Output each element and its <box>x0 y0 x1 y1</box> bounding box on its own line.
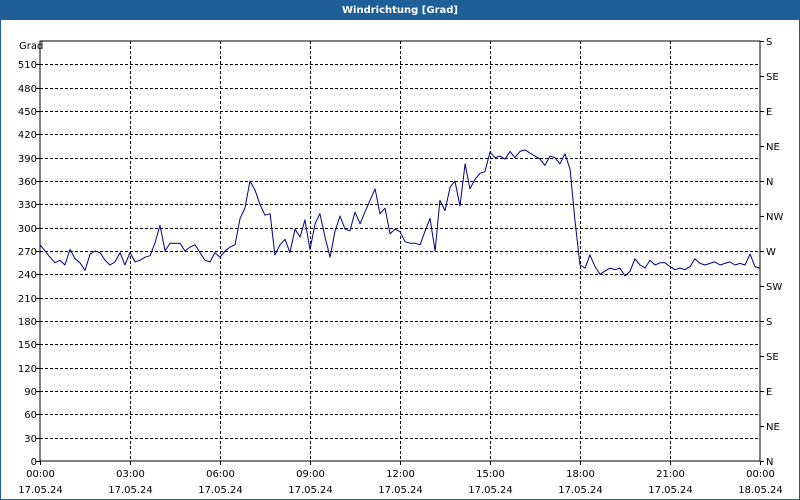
x-tick-date-label: 17.05.24 <box>108 485 153 496</box>
right-tick-label: E <box>766 387 772 398</box>
y-tick-label: 360 <box>18 177 37 188</box>
x-tick-time-label: 06:00 <box>206 469 235 480</box>
y-axis-label: Grad <box>19 41 43 52</box>
x-tick-date-label: 17.05.24 <box>378 485 423 496</box>
y-tick-label: 480 <box>18 84 37 95</box>
x-tick-date-label: 17.05.24 <box>18 485 63 496</box>
right-tick-label: W <box>766 247 776 258</box>
right-tick-label: S <box>766 317 772 328</box>
x-tick-time-label: 12:00 <box>386 469 415 480</box>
right-tick-label: NE <box>766 422 780 433</box>
x-tick-time-label: 09:00 <box>296 469 325 480</box>
y-tick-label: 390 <box>18 154 37 165</box>
y-tick-label: 300 <box>18 224 37 235</box>
x-tick-time-label: 15:00 <box>476 469 505 480</box>
y-tick-label: 510 <box>18 60 37 71</box>
y-tick-label: 330 <box>18 200 37 211</box>
y-tick-label: 0 <box>31 457 37 468</box>
y-tick-label: 90 <box>24 387 37 398</box>
x-tick-time-label: 18:00 <box>566 469 595 480</box>
right-tick-label: N <box>766 177 773 188</box>
right-tick-label: NE <box>766 142 780 153</box>
y-tick-label: 180 <box>18 317 37 328</box>
right-tick-label: E <box>766 107 772 118</box>
y-tick-label: 450 <box>18 107 37 118</box>
x-tick-date-label: 17.05.24 <box>288 485 333 496</box>
y-tick-label: 210 <box>18 294 37 305</box>
wind-direction-chart: 0 30 60 90 120 150 180 210 240 270 300 330 360 390 420… <box>18 37 784 496</box>
x-tick-date-label: 17.05.24 <box>558 485 603 496</box>
y-tick-label: 30 <box>24 434 37 445</box>
x-tick-date-label: 17.05.24 <box>468 485 513 496</box>
x-tick-date-label: 17.05.24 <box>648 485 693 496</box>
y-tick-label: 60 <box>24 410 37 421</box>
y-tick-label: 420 <box>18 130 37 141</box>
x-tick-time-label: 00:00 <box>746 469 775 480</box>
right-tick-label: SW <box>766 282 782 293</box>
right-tick-label: NW <box>766 212 783 223</box>
chart-window: Windrichtung [Grad] 0 30 60 90 120 150 180 210 2… <box>0 0 800 500</box>
right-tick-label: SE <box>766 72 779 83</box>
x-tick-time-label: 03:00 <box>116 469 145 480</box>
right-y-axis: N NE E SE S SW W NW N NE E SE S <box>760 37 783 468</box>
y-tick-label: 240 <box>18 270 37 281</box>
y-tick-label: 150 <box>18 340 37 351</box>
left-y-axis: 0 30 60 90 120 150 180 210 240 270 300 330 360 390 420… <box>18 60 40 468</box>
right-tick-label: SE <box>766 352 779 363</box>
x-axis: 00:00 17.05.24 03:00 17.05.24 06:00 17.05.24 0… <box>18 461 783 496</box>
grid-lines <box>40 41 760 461</box>
right-tick-label: S <box>766 37 772 48</box>
y-tick-label: 120 <box>18 364 37 375</box>
x-tick-time-label: 21:00 <box>656 469 685 480</box>
x-tick-time-label: 00:00 <box>26 469 55 480</box>
x-tick-date-label: 17.05.24 <box>198 485 243 496</box>
x-tick-date-label: 18.05.24 <box>738 485 783 496</box>
right-tick-label: N <box>766 457 773 468</box>
y-tick-label: 270 <box>18 247 37 258</box>
